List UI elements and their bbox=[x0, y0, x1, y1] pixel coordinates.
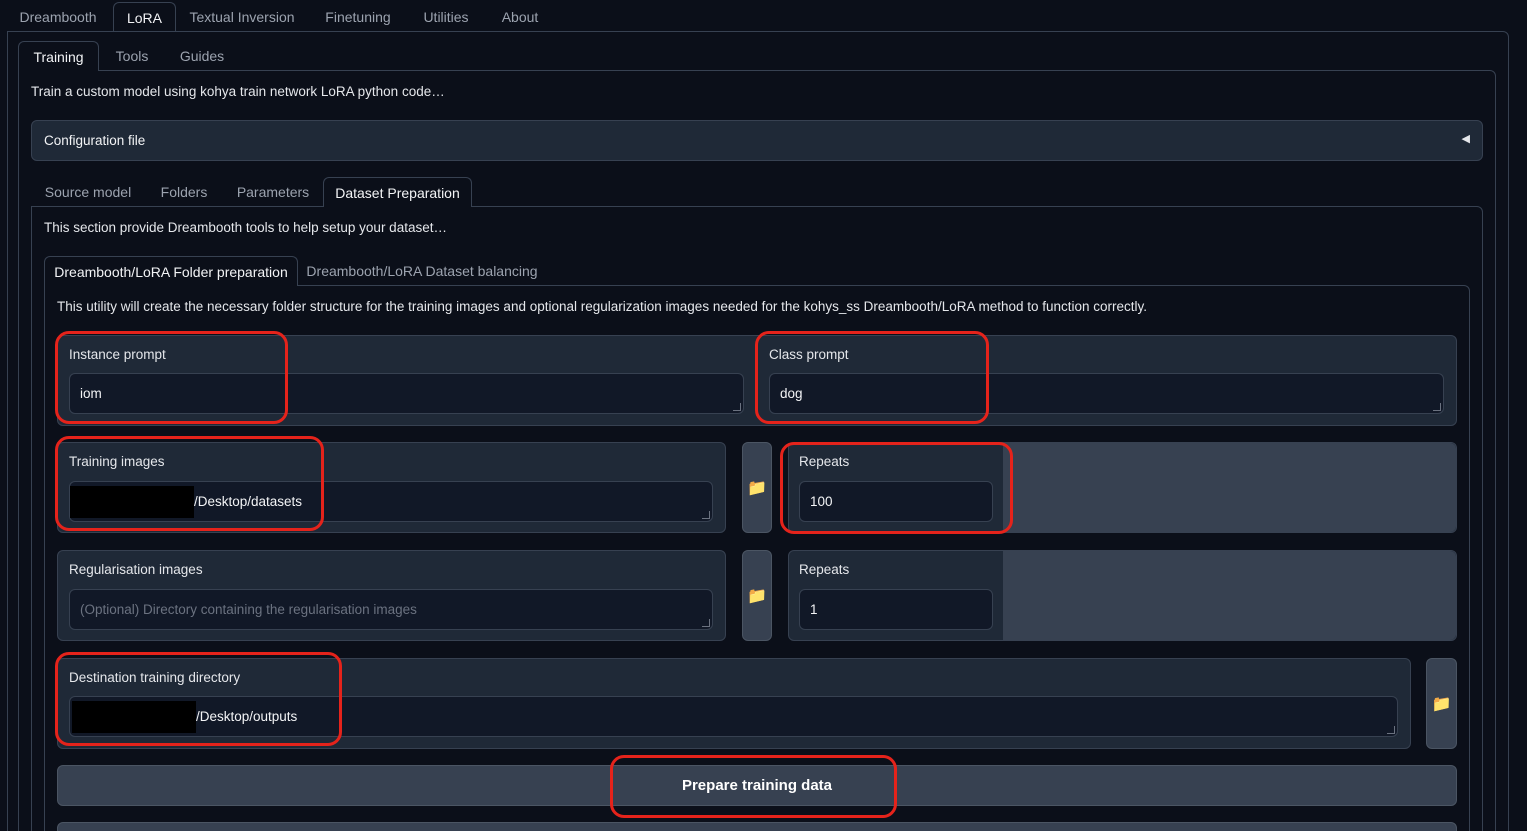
tab-guides[interactable]: Guides bbox=[168, 41, 236, 71]
training-images-input[interactable]: /Desktop/datasets bbox=[69, 481, 713, 522]
tab-textual-inversion[interactable]: Textual Inversion bbox=[182, 2, 302, 32]
class-prompt-label: Class prompt bbox=[769, 347, 849, 362]
class-prompt-value: dog bbox=[780, 386, 803, 401]
repeats-filler bbox=[1003, 443, 1456, 532]
instance-prompt-value: iom bbox=[80, 386, 102, 401]
next-button-partial[interactable] bbox=[57, 822, 1457, 831]
regularisation-images-folder-button[interactable]: 📁 bbox=[742, 550, 772, 641]
folder-icon: 📁 bbox=[1431, 695, 1452, 713]
training-images-value: /Desktop/datasets bbox=[194, 494, 303, 509]
collapse-arrow-icon: ◀ bbox=[1461, 133, 1470, 145]
redacted-path-block bbox=[70, 485, 194, 518]
regularisation-repeats-value: 1 bbox=[810, 602, 818, 617]
resize-handle-icon[interactable] bbox=[702, 511, 710, 519]
top-tab-bar: Dreambooth LoRA Textual Inversion Finetu… bbox=[0, 0, 1527, 32]
tab-training[interactable]: Training bbox=[18, 41, 99, 71]
regularisation-repeats-input[interactable]: 1 bbox=[799, 589, 993, 630]
folder-icon: 📁 bbox=[747, 479, 767, 497]
tab-tools[interactable]: Tools bbox=[104, 41, 160, 71]
class-prompt-input[interactable]: dog bbox=[769, 373, 1444, 414]
training-repeats-label: Repeats bbox=[799, 454, 850, 469]
destination-folder-button[interactable]: 📁 bbox=[1426, 658, 1457, 749]
training-repeats-input[interactable]: 100 bbox=[799, 481, 993, 522]
section-description: This section provide Dreambooth tools to… bbox=[44, 220, 447, 235]
regularisation-images-placeholder: (Optional) Directory containing the regu… bbox=[80, 602, 417, 617]
training-images-folder-button[interactable]: 📁 bbox=[742, 442, 772, 533]
tab-source-model[interactable]: Source model bbox=[36, 177, 140, 207]
prepare-training-data-button[interactable]: Prepare training data bbox=[57, 765, 1457, 806]
accordion-label: Configuration file bbox=[44, 133, 146, 148]
training-images-label: Training images bbox=[69, 454, 165, 469]
tab-finetuning[interactable]: Finetuning bbox=[314, 2, 402, 32]
destination-directory-input[interactable]: /Desktop/outputs bbox=[69, 696, 1398, 737]
utility-description: This utility will create the necessary f… bbox=[57, 299, 1148, 314]
destination-directory-value: /Desktop/outputs bbox=[196, 709, 298, 724]
regularisation-images-label: Regularisation images bbox=[69, 562, 203, 577]
redacted-path-block bbox=[72, 700, 196, 733]
tab-about[interactable]: About bbox=[490, 2, 550, 32]
tab-folder-preparation[interactable]: Dreambooth/LoRA Folder preparation bbox=[44, 256, 298, 286]
tab-folders[interactable]: Folders bbox=[150, 177, 218, 207]
tab-dataset-balancing[interactable]: Dreambooth/LoRA Dataset balancing bbox=[302, 256, 542, 286]
regularisation-repeats-label: Repeats bbox=[799, 562, 850, 577]
regularisation-images-input[interactable]: (Optional) Directory containing the regu… bbox=[69, 589, 713, 630]
resize-handle-icon[interactable] bbox=[1387, 726, 1395, 734]
tab-dreambooth[interactable]: Dreambooth bbox=[10, 2, 106, 32]
tab-dataset-preparation[interactable]: Dataset Preparation bbox=[323, 177, 472, 207]
resize-handle-icon[interactable] bbox=[702, 619, 710, 627]
configuration-file-accordion[interactable]: Configuration file ◀ bbox=[31, 120, 1483, 161]
training-repeats-value: 100 bbox=[810, 494, 833, 509]
destination-directory-label: Destination training directory bbox=[69, 670, 241, 685]
instance-prompt-label: Instance prompt bbox=[69, 347, 166, 362]
tab-lora[interactable]: LoRA bbox=[113, 2, 176, 32]
repeats-filler bbox=[1003, 551, 1456, 640]
folder-icon: 📁 bbox=[747, 587, 767, 605]
resize-handle-icon[interactable] bbox=[1433, 403, 1441, 411]
tab-utilities[interactable]: Utilities bbox=[412, 2, 480, 32]
tab-parameters[interactable]: Parameters bbox=[228, 177, 318, 207]
training-description: Train a custom model using kohya train n… bbox=[31, 84, 445, 99]
resize-handle-icon[interactable] bbox=[733, 403, 741, 411]
instance-prompt-input[interactable]: iom bbox=[69, 373, 744, 414]
